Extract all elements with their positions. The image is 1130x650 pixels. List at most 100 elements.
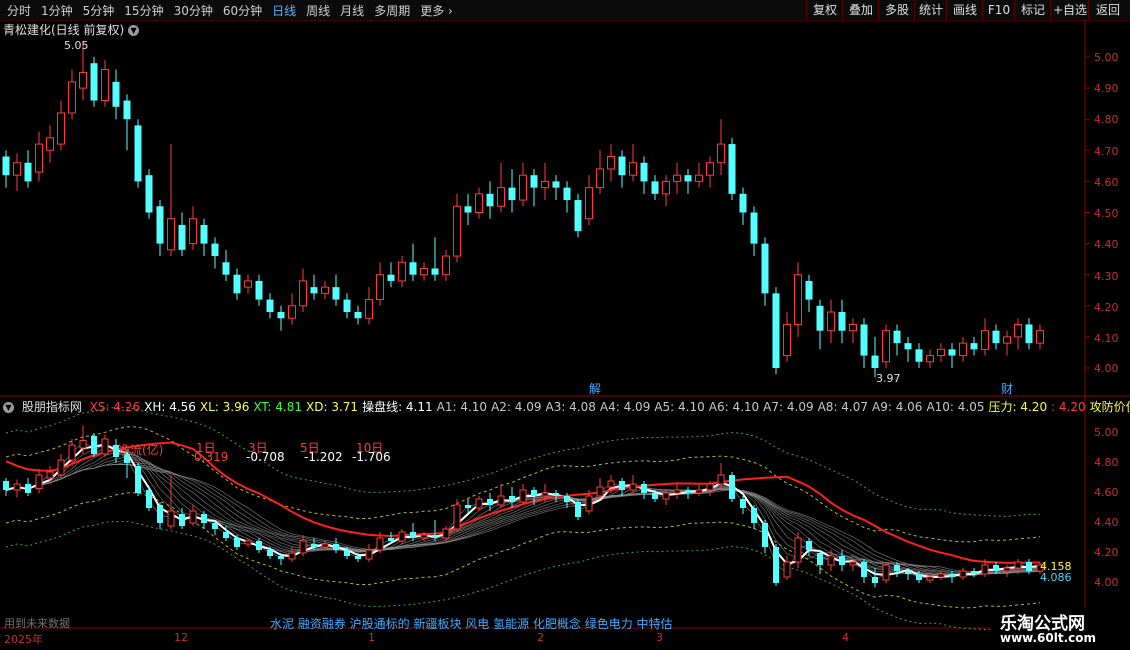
watermark-url: www.60lt.com — [1000, 631, 1097, 645]
candle-body — [750, 212, 758, 244]
date-label: 2 — [537, 631, 544, 644]
candle-body — [596, 168, 604, 189]
candle-body — [388, 538, 394, 541]
indicator-header: ▼ 股朋指标网 XS: 4.26 XH: 4.56 XL: 3.96 XT: 4.81… — [3, 398, 1130, 415]
candle-body — [761, 243, 769, 294]
candle-body — [101, 438, 109, 455]
indicator-value: A1: 4.10 — [436, 400, 488, 414]
candle-body — [575, 502, 581, 517]
candle-body — [432, 535, 438, 538]
candle-body — [519, 174, 527, 201]
candle-body — [79, 72, 87, 89]
candle-body — [541, 492, 549, 497]
price-tick: 4.80 — [1094, 113, 1119, 126]
candle-body — [684, 175, 692, 182]
candle-body — [46, 471, 54, 479]
price-tick: 5.00 — [1094, 51, 1119, 64]
indicator-value: A8: 4.07 — [817, 400, 869, 414]
candle-body — [398, 531, 406, 542]
netflow-5d-value: -1.202 — [304, 450, 343, 464]
candle-body — [157, 505, 163, 523]
candle-body — [57, 112, 65, 145]
candle-body — [90, 63, 98, 101]
chart-canvas — [0, 20, 1130, 650]
indicator-value: A5: 4.10 — [654, 400, 705, 414]
candle-body — [729, 475, 735, 499]
indicator-values: XS: 4.26 XH: 4.56 XL: 3.96 XT: 4.81 XD: 3.71… — [90, 400, 1130, 414]
candle-body — [35, 474, 43, 489]
candle-body — [849, 323, 857, 332]
candle-body — [365, 549, 373, 560]
candle-body — [839, 556, 845, 565]
candle-body — [937, 348, 945, 357]
candle-body — [893, 330, 901, 344]
chevron-down-icon[interactable]: ▼ — [3, 402, 14, 413]
candle-body — [772, 293, 780, 368]
candle-body — [949, 574, 955, 577]
candle-body — [299, 540, 307, 554]
candle-body — [564, 496, 570, 502]
candle-body — [333, 544, 339, 550]
candle-body — [398, 261, 406, 282]
candle-body — [101, 68, 109, 102]
low-price-label: 3.97 — [876, 372, 901, 385]
concept-tags[interactable]: 水泥 融资融券 沪股通标的 新疆板块 风电 氢能源 化肥概念 绿色电力 中特估 — [270, 615, 673, 632]
candle-body — [321, 286, 329, 294]
candle-body — [145, 175, 153, 213]
indicator-value: A4: 4.09 — [599, 400, 651, 414]
indicator-tick: 4.80 — [1094, 456, 1119, 469]
candle-body — [354, 312, 362, 319]
candle-body — [1014, 561, 1022, 569]
candle-body — [256, 541, 262, 550]
candle-body — [233, 274, 241, 294]
candle-body — [200, 224, 208, 244]
candle-body — [607, 156, 615, 170]
candle-body — [179, 514, 185, 526]
date-label: 3 — [656, 631, 663, 644]
candle-body — [894, 565, 900, 571]
candle-body — [948, 349, 956, 356]
candle-body — [717, 474, 725, 485]
candle-body — [794, 274, 802, 325]
candle-body — [992, 330, 1000, 344]
candle-body — [585, 187, 593, 220]
candle-body — [178, 224, 186, 250]
candle-body — [13, 162, 21, 176]
candle-body — [926, 355, 934, 363]
candle-body — [1003, 567, 1011, 572]
high-price-label: 5.05 — [64, 39, 89, 52]
chart-frame — [0, 20, 1130, 650]
date-label: 4 — [842, 631, 849, 644]
candle-body — [46, 137, 54, 151]
candle-body — [355, 556, 361, 559]
candle-body — [629, 483, 637, 491]
candle-body — [344, 550, 350, 556]
unlock-marker[interactable]: 解 — [589, 380, 601, 397]
candle-body — [68, 81, 76, 114]
candle-body — [641, 484, 647, 493]
candle-body — [685, 490, 691, 493]
candle-body — [288, 552, 296, 560]
finance-marker[interactable]: 财 — [1001, 380, 1013, 397]
netflow-3d-value: -0.708 — [246, 450, 285, 464]
candle-body — [970, 343, 978, 350]
candle-body — [553, 493, 559, 496]
indicator-tick: 4.60 — [1094, 486, 1119, 499]
indicator-value: 操盘线: 4.11 — [362, 400, 433, 414]
indicator-value: XL: 3.96 — [199, 400, 250, 414]
candle-body — [607, 480, 615, 488]
candle-body — [212, 523, 218, 529]
candle-body — [937, 573, 945, 578]
candle-body — [25, 484, 31, 493]
candle-body — [673, 174, 681, 182]
indicator-tick: 4.00 — [1094, 576, 1119, 589]
indicator-tick: 4.40 — [1094, 516, 1119, 529]
candle-body — [783, 561, 791, 578]
candle-body — [530, 175, 538, 188]
indicator-name: 股朋指标网 — [21, 400, 82, 414]
indicator-value: XD: 3.71 — [306, 400, 359, 414]
candle-body — [24, 162, 32, 182]
price-tick: 4.00 — [1094, 362, 1119, 375]
price-tick: 4.90 — [1094, 82, 1119, 95]
candle-body — [915, 349, 923, 362]
